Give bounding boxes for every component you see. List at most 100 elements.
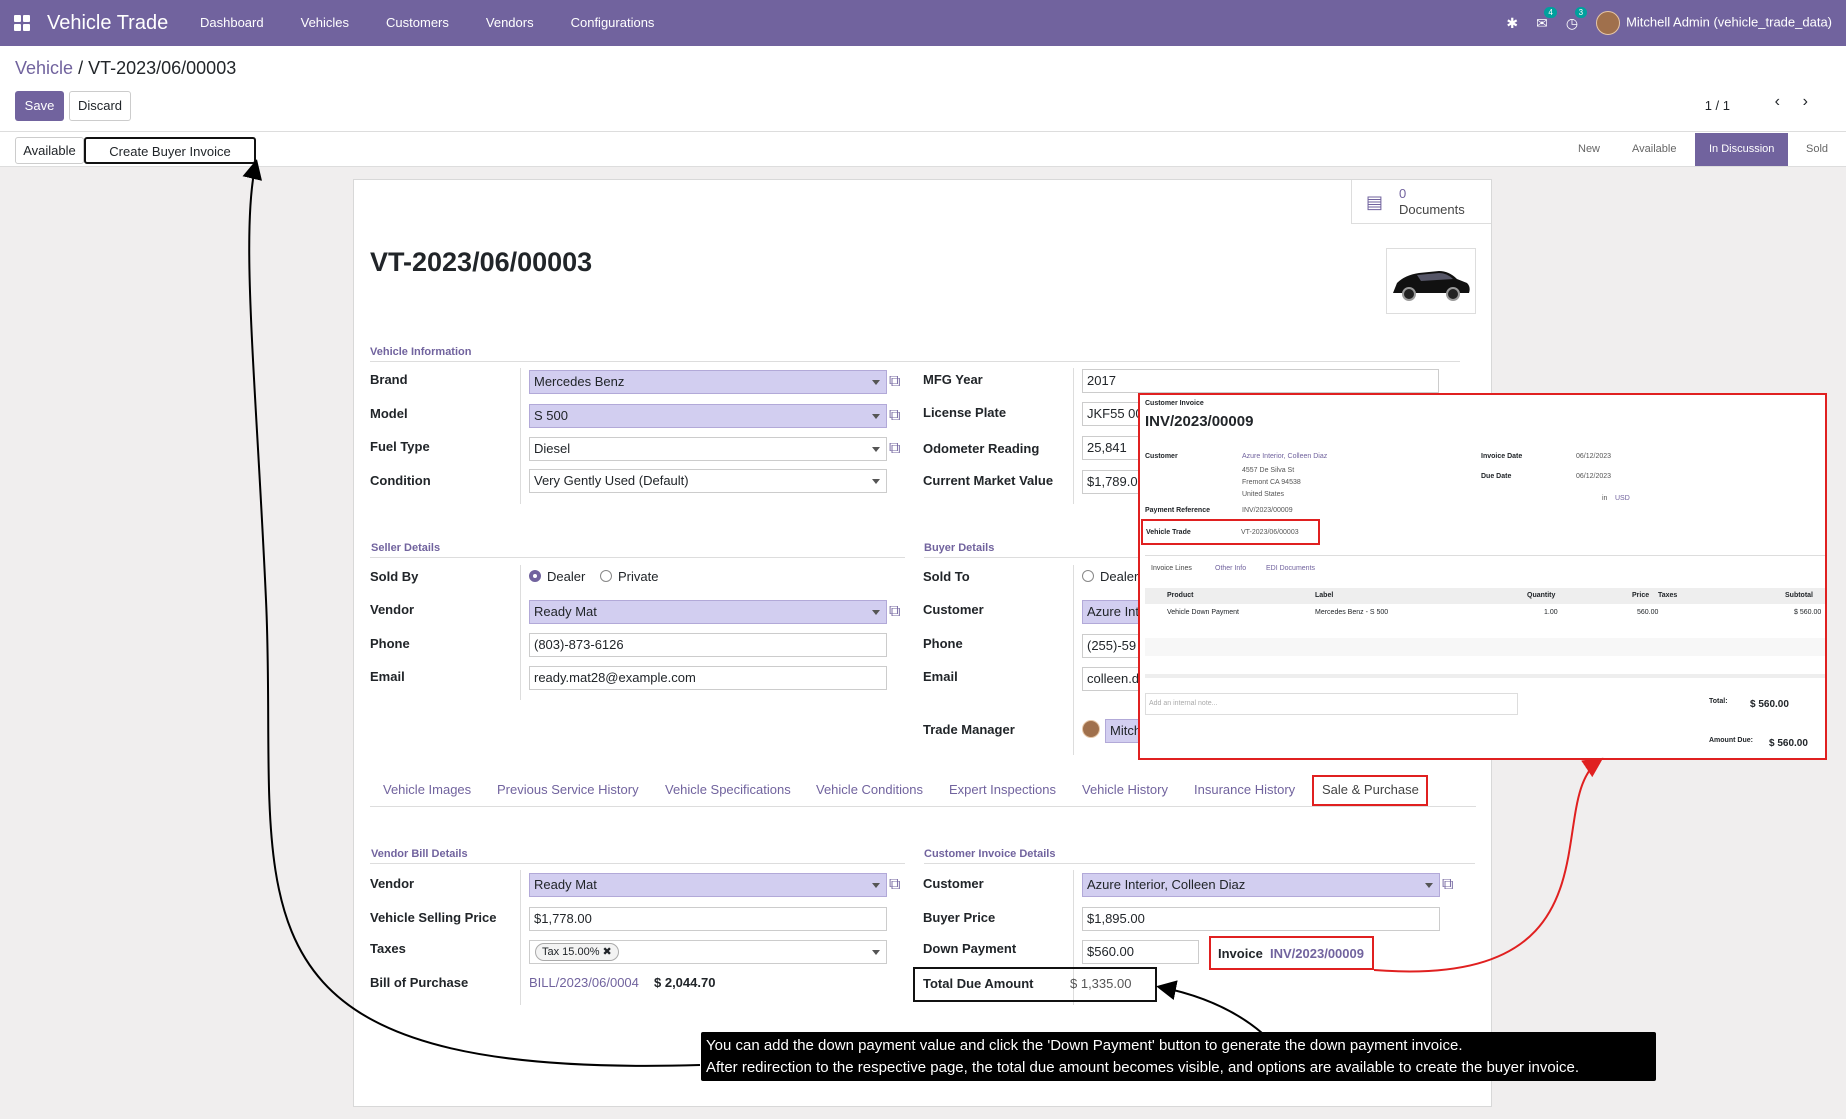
stage-sold[interactable]: Sold <box>1806 133 1828 166</box>
external-link-icon[interactable]: ⧉ <box>889 406 909 426</box>
external-link-icon[interactable]: ⧉ <box>889 602 909 622</box>
tab-previous-service-history[interactable]: Previous Service History <box>497 782 639 797</box>
odometer-field[interactable]: 25,841 <box>1082 436 1142 460</box>
menu-configurations[interactable]: Configurations <box>571 15 655 30</box>
documents-count: 0 <box>1399 186 1407 201</box>
buyer-dealer-option-label: Dealer <box>1100 569 1139 584</box>
user-menu[interactable]: Mitchell Admin (vehicle_trade_data) <box>1596 11 1832 35</box>
divider <box>520 870 521 1005</box>
total-due-label: Total Due Amount <box>923 976 1034 991</box>
tax-tag[interactable]: Tax 15.00% ✖ <box>535 943 619 961</box>
tab-sale-purchase[interactable]: Sale & Purchase <box>1312 775 1428 806</box>
buyer-phone-field[interactable]: (255)-59 <box>1082 634 1142 658</box>
private-radio[interactable] <box>600 570 612 582</box>
selling-price-field[interactable]: $1,778.00 <box>529 907 887 931</box>
tab-vehicle-specifications[interactable]: Vehicle Specifications <box>665 782 791 797</box>
dealer-option-label: Dealer <box>547 569 586 584</box>
private-option-label: Private <box>618 569 659 584</box>
popup-customer[interactable]: Azure Interior, Colleen Diaz <box>1242 453 1327 460</box>
pager-value[interactable]: 1 / 1 <box>1705 98 1730 113</box>
popup-table-header: Product Label Quantity Price Taxes Subto… <box>1145 588 1825 604</box>
create-buyer-invoice-button[interactable]: Create Buyer Invoice <box>84 137 256 164</box>
tab-insurance-history[interactable]: Insurance History <box>1194 782 1295 797</box>
breadcrumb-parent[interactable]: Vehicle <box>15 58 73 78</box>
available-button[interactable]: Available <box>15 137 84 164</box>
popup-address-line: Fremont CA 94538 <box>1242 479 1301 486</box>
col-product: Product <box>1167 592 1194 599</box>
external-link-icon[interactable]: ⧉ <box>889 439 909 459</box>
messages-icon[interactable]: ✉ 4 <box>1536 6 1557 32</box>
buyer-dealer-radio[interactable] <box>1082 570 1094 582</box>
tab-vehicle-history[interactable]: Vehicle History <box>1082 782 1168 797</box>
vehicle-image[interactable] <box>1386 248 1476 314</box>
table-row[interactable]: Vehicle Down Payment Mercedes Benz - S 5… <box>1145 605 1825 621</box>
dealer-radio[interactable] <box>529 570 541 582</box>
tax-tag-label: Tax 15.00% <box>542 946 600 958</box>
stage-in-discussion[interactable]: In Discussion <box>1695 133 1789 166</box>
external-link-icon[interactable]: ⧉ <box>889 372 909 392</box>
menu-customers[interactable]: Customers <box>386 15 449 30</box>
bug-icon[interactable]: ✱ <box>1506 15 1518 32</box>
trade-manager-field[interactable]: Mitch <box>1105 719 1142 743</box>
tab-vehicle-images[interactable]: Vehicle Images <box>383 782 471 797</box>
breadcrumb-separator: / <box>78 58 84 78</box>
divider <box>1145 555 1825 556</box>
buyer-email-field[interactable]: colleen.d <box>1082 667 1142 691</box>
brand-field[interactable]: Mercedes Benz <box>529 370 887 394</box>
divider <box>520 368 521 504</box>
popup-vehicle-trade-box: Vehicle Trade VT-2023/06/00003 <box>1141 519 1320 545</box>
remove-tag-icon[interactable]: ✖ <box>603 946 612 958</box>
phone-label: Phone <box>370 636 410 651</box>
col-label: Label <box>1315 592 1334 599</box>
down-payment-field[interactable]: $560.00 <box>1082 940 1199 964</box>
popup-currency: USD <box>1615 495 1630 502</box>
activity-icon[interactable]: ◷ 3 <box>1566 6 1588 32</box>
stage-available[interactable]: Available <box>1632 133 1676 166</box>
condition-select[interactable]: Very Gently Used (Default) <box>529 469 887 493</box>
pager-prev-icon[interactable]: ‹ <box>1775 93 1780 111</box>
bill-vendor-field[interactable]: Ready Mat <box>529 873 887 897</box>
market-value-field[interactable]: $1,789.0 <box>1082 470 1142 494</box>
vendor-field[interactable]: Ready Mat <box>529 600 887 624</box>
menu-vendors[interactable]: Vendors <box>486 15 534 30</box>
col-subtotal: Subtotal <box>1785 592 1813 599</box>
invoice-link[interactable]: INV/2023/00009 <box>1270 946 1364 961</box>
invoice-customer-field[interactable]: Azure Interior, Colleen Diaz <box>1082 873 1440 897</box>
documents-smart-button[interactable]: ▤ 0 Documents <box>1351 180 1491 224</box>
invoice-link-box[interactable]: Invoice INV/2023/00009 <box>1209 936 1374 970</box>
discard-button[interactable]: Discard <box>69 91 131 121</box>
mfg-year-field[interactable]: 2017 <box>1082 369 1439 393</box>
customer-field[interactable]: Azure Int <box>1082 600 1142 624</box>
customer-invoice-section: Customer Invoice Details <box>924 848 1056 860</box>
bill-of-purchase-label: Bill of Purchase <box>370 975 469 990</box>
popup-total: $ 560.00 <box>1750 699 1789 710</box>
taxes-label: Taxes <box>370 941 406 956</box>
phone-field[interactable]: (803)-873-6126 <box>529 633 887 657</box>
model-field[interactable]: S 500 <box>529 404 887 428</box>
fuel-type-field[interactable]: Diesel <box>529 437 887 461</box>
popup-tab-other-info[interactable]: Other Info <box>1215 565 1246 572</box>
menu-dashboard[interactable]: Dashboard <box>200 15 264 30</box>
popup-tab-edi-documents[interactable]: EDI Documents <box>1266 565 1315 572</box>
tab-vehicle-conditions[interactable]: Vehicle Conditions <box>816 782 923 797</box>
license-plate-field[interactable]: JKF55 00 <box>1082 402 1142 426</box>
popup-amount-due-label: Amount Due: <box>1709 737 1753 744</box>
divider <box>370 557 905 558</box>
tab-expert-inspections[interactable]: Expert Inspections <box>949 782 1056 797</box>
popup-tab-invoice-lines[interactable]: Invoice Lines <box>1151 565 1192 572</box>
pager-next-icon[interactable]: › <box>1803 93 1808 111</box>
external-link-icon[interactable]: ⧉ <box>889 875 909 895</box>
seller-section: Seller Details <box>371 542 441 554</box>
popup-vt-label: Vehicle Trade <box>1146 529 1191 536</box>
buyer-price-field[interactable]: $1,895.00 <box>1082 907 1440 931</box>
email-field[interactable]: ready.mat28@example.com <box>529 666 887 690</box>
stage-new[interactable]: New <box>1578 133 1600 166</box>
apps-menu-icon[interactable] <box>14 15 30 31</box>
menu-vehicles[interactable]: Vehicles <box>301 15 349 30</box>
messages-badge: 4 <box>1544 6 1557 18</box>
external-link-icon[interactable]: ⧉ <box>1442 875 1462 895</box>
save-button[interactable]: Save <box>15 91 64 121</box>
app-name[interactable]: Vehicle Trade <box>47 12 168 35</box>
bill-link[interactable]: BILL/2023/06/0004 <box>529 975 639 990</box>
internal-note-field[interactable]: Add an internal note... <box>1145 693 1518 715</box>
